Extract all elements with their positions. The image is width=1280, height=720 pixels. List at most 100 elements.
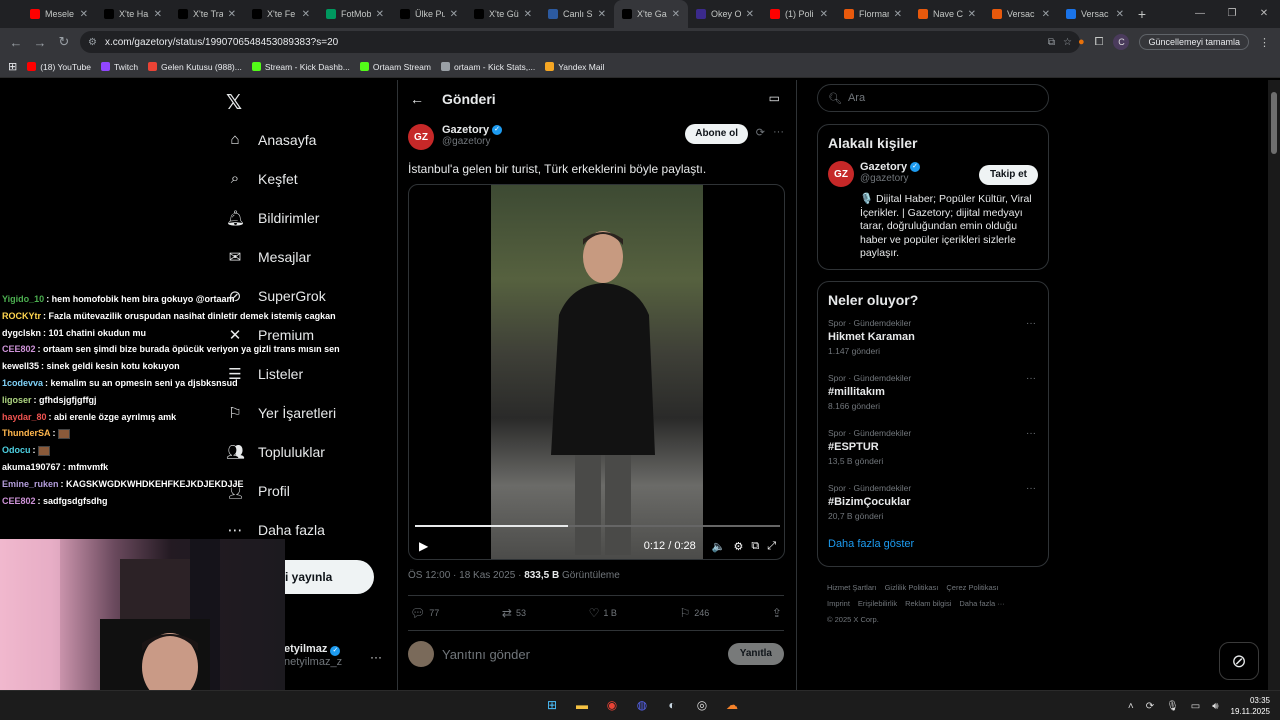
chat-username[interactable]: Emine_ruken xyxy=(2,479,59,489)
reply-input[interactable]: Yanıtını gönder xyxy=(442,647,530,662)
close-tab-icon[interactable]: ✕ xyxy=(1116,9,1124,20)
search-input[interactable]: 🔍︎ Ara xyxy=(817,84,1049,112)
chat-username[interactable]: ThunderSA xyxy=(2,428,51,438)
trend-more-icon[interactable]: ··· xyxy=(1026,428,1036,439)
video-progress-bar[interactable] xyxy=(415,525,780,527)
chat-username[interactable]: kewell35 xyxy=(2,361,39,371)
footer-link[interactable]: Gizlilik Politikası xyxy=(885,583,939,592)
close-tab-icon[interactable]: ✕ xyxy=(746,9,754,20)
install-app-icon[interactable]: ⧉ xyxy=(1048,37,1055,48)
restore-icon[interactable]: ❐ xyxy=(1216,0,1248,28)
chat-username[interactable]: Yigido_10 xyxy=(2,294,44,304)
close-tab-icon[interactable]: ✕ xyxy=(228,9,236,20)
bookmark-item[interactable]: Gelen Kutusu (988)... xyxy=(148,62,242,72)
browser-tab[interactable]: X'te Gü ✕ xyxy=(466,0,540,28)
nav-item[interactable]: ⌂ Anasayfa xyxy=(226,120,336,159)
nav-item[interactable]: ✉ Mesajlar xyxy=(226,237,336,276)
chat-username[interactable]: CEE802 xyxy=(2,344,36,354)
browser-tab[interactable]: Mesele ✕ xyxy=(22,0,96,28)
more-icon[interactable]: ··· xyxy=(773,126,784,139)
footer-link[interactable]: Reklam bilgisi xyxy=(905,599,951,608)
pip-icon[interactable]: ⧉ xyxy=(751,540,759,553)
cloud-app-icon[interactable]: ☁ xyxy=(722,695,742,715)
show-more-link[interactable]: Daha fazla göster xyxy=(828,538,1038,550)
grok-float-icon[interactable]: ⊘ xyxy=(1219,642,1259,680)
close-tab-icon[interactable]: ✕ xyxy=(598,9,606,20)
volume-icon[interactable]: 🔈 xyxy=(712,540,726,553)
apps-grid-icon[interactable]: ⊞ xyxy=(8,60,17,73)
extensions-puzzle-icon[interactable]: ⧠ xyxy=(1095,36,1104,49)
browser-tab[interactable]: Canlı Sk ✕ xyxy=(540,0,614,28)
bookmark-star-icon[interactable]: ☆ xyxy=(1063,37,1072,48)
x-logo-icon[interactable]: 𝕏 xyxy=(226,90,242,115)
chrome-icon[interactable]: ◉ xyxy=(602,695,622,715)
close-tab-icon[interactable]: ✕ xyxy=(968,9,976,20)
reload-icon[interactable]: ↻ xyxy=(52,34,76,50)
chat-username[interactable]: CEE802 xyxy=(2,496,36,506)
close-tab-icon[interactable]: ✕ xyxy=(1042,9,1050,20)
close-tab-icon[interactable]: ✕ xyxy=(154,9,162,20)
share-action[interactable]: ⇪ xyxy=(772,606,782,620)
trend-item[interactable]: Spor · Gündemdekiler #BizimÇocuklar 20,7 B… xyxy=(828,483,1038,538)
file-explorer-icon[interactable]: ▬ xyxy=(572,695,592,715)
chat-username[interactable]: ligoser xyxy=(2,395,32,405)
back-arrow-icon[interactable]: ← xyxy=(410,91,424,107)
browser-tab[interactable]: X'te Ha ✕ xyxy=(96,0,170,28)
browser-tab[interactable]: Versac ✕ xyxy=(1058,0,1132,28)
browser-tab[interactable]: X'te Fe ✕ xyxy=(244,0,318,28)
browser-tab[interactable]: Versac ✕ xyxy=(984,0,1058,28)
footer-link[interactable]: Çerez Politikası xyxy=(946,583,998,592)
video-frame[interactable] xyxy=(491,185,703,559)
fullscreen-icon[interactable]: ⤢ xyxy=(767,540,776,553)
close-tab-icon[interactable]: ✕ xyxy=(450,9,458,20)
steam-icon[interactable]: ◐ xyxy=(662,695,682,715)
windows-start-icon[interactable]: ⊞ xyxy=(542,695,562,715)
chat-username[interactable]: ROCKYtr xyxy=(2,311,41,321)
chat-username[interactable]: Odocu xyxy=(2,445,31,455)
close-tab-icon[interactable]: ✕ xyxy=(302,9,310,20)
update-button[interactable]: Güncellemeyi tamamla xyxy=(1139,34,1249,50)
close-tab-icon[interactable]: ✕ xyxy=(376,9,384,20)
trend-item[interactable]: Spor · Gündemdekiler #millitakım 8.166 gön… xyxy=(828,373,1038,428)
play-icon[interactable]: ▶ xyxy=(419,539,428,553)
page-scrollbar[interactable] xyxy=(1268,80,1280,690)
close-tab-icon[interactable]: ✕ xyxy=(672,9,680,20)
subscribe-button[interactable]: Abone ol xyxy=(685,124,748,144)
new-tab-icon[interactable]: + xyxy=(1132,6,1152,22)
site-info-icon[interactable]: ⚙ xyxy=(88,37,97,48)
browser-tab[interactable]: Ülke Pu ✕ xyxy=(392,0,466,28)
related-person[interactable]: GZ Gazetory ✓ @gazetory Takip et xyxy=(828,161,1038,187)
sync-icon[interactable]: ⟳ xyxy=(1146,701,1154,712)
minimize-icon[interactable]: — xyxy=(1184,0,1216,28)
author-avatar[interactable]: GZ xyxy=(408,124,434,150)
chat-username[interactable]: dygclskn xyxy=(2,328,41,338)
follow-button[interactable]: Takip et xyxy=(978,165,1038,185)
bookmark-item[interactable]: Stream - Kick Dashb... xyxy=(251,62,350,72)
tweet-timestamp[interactable]: ÖS 12:00 · 18 Kas 2025 · xyxy=(408,570,521,581)
nav-item[interactable]: 🔔︎ Bildirimler xyxy=(226,198,336,237)
bookmark-item[interactable]: Twitch xyxy=(100,62,138,72)
bookmark-action[interactable]: ⚐ 246 xyxy=(679,606,709,620)
obs-icon[interactable]: ◎ xyxy=(692,695,712,715)
back-arrow-icon[interactable]: ← xyxy=(4,35,28,50)
settings-gear-icon[interactable]: ⚙ xyxy=(733,540,743,553)
browser-tab[interactable]: (1) Poli ✕ xyxy=(762,0,836,28)
reader-mode-icon[interactable]: ▭ xyxy=(769,91,780,105)
browser-tab[interactable]: FotMob ✕ xyxy=(318,0,392,28)
extension-icon[interactable]: ● xyxy=(1078,36,1085,48)
bookmark-item[interactable]: Yandex Mail xyxy=(545,62,604,72)
trend-item[interactable]: Spor · Gündemdekiler #ESPTUR 13,5 B gönder… xyxy=(828,428,1038,483)
author-handle[interactable]: @gazetory xyxy=(442,136,502,147)
account-switcher[interactable]: etyilmaz ✓ netyilmaz_z xyxy=(284,643,342,668)
network-icon[interactable]: ▭ xyxy=(1191,701,1200,712)
chat-username[interactable]: haydar_80 xyxy=(2,412,47,422)
chat-username[interactable]: 1codevva xyxy=(2,378,43,388)
close-tab-icon[interactable]: ✕ xyxy=(524,9,532,20)
grok-icon[interactable]: ⟳ xyxy=(756,126,765,139)
close-window-icon[interactable]: ✕ xyxy=(1248,0,1280,28)
reply-button[interactable]: Yanıtla xyxy=(727,643,784,665)
browser-tab[interactable]: Okey O ✕ xyxy=(688,0,762,28)
repost-action[interactable]: ⇄ 53 xyxy=(502,606,526,620)
footer-link[interactable]: Daha fazla ··· xyxy=(959,599,1004,608)
forward-arrow-icon[interactable]: → xyxy=(28,35,52,50)
